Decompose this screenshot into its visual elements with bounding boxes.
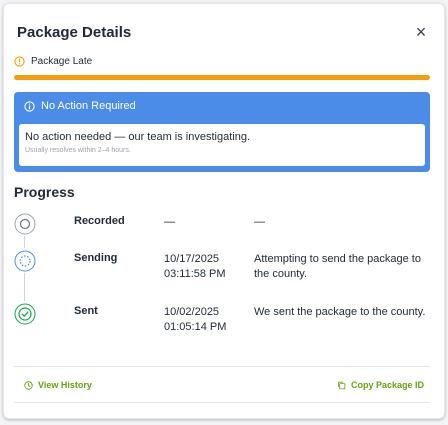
circle-icon (14, 213, 36, 235)
step-label: Sent (74, 305, 98, 317)
step-time-value: 01:05:14 PM (164, 321, 227, 333)
footer-divider-bottom (14, 402, 430, 403)
view-history-label: View History (38, 380, 92, 390)
timeline-connector (24, 236, 25, 248)
status-label: Package Late (31, 56, 93, 67)
alert-body: No action needed — our team is investiga… (19, 124, 425, 166)
alert-header: No Action Required (24, 100, 136, 112)
view-history-link[interactable]: View History (24, 380, 92, 390)
check-circle-icon (14, 303, 36, 325)
dialog-header: Package Details × (17, 20, 431, 44)
clock-warning-icon (14, 56, 25, 67)
status-bar (14, 75, 430, 80)
history-icon (24, 380, 33, 390)
close-icon[interactable]: × (411, 22, 431, 42)
step-date: 10/17/2025 03:11:58 PM (164, 252, 226, 282)
info-icon (24, 100, 35, 112)
footer-divider-top (14, 366, 430, 367)
alert-banner: No Action Required No action needed — ou… (14, 92, 430, 172)
step-date-value: 10/02/2025 (164, 306, 220, 318)
step-description: We sent the package to the county. (254, 306, 426, 318)
alert-subtext: Usually resolves within 2–4 hours. (25, 147, 131, 154)
step-date: — (164, 216, 175, 228)
step-label: Recorded (74, 215, 125, 227)
dialog-title: Package Details (17, 23, 132, 41)
copy-package-id-label: Copy Package ID (350, 380, 424, 390)
step-date: 10/02/2025 01:05:14 PM (164, 305, 226, 335)
step-description: — (254, 216, 265, 228)
dotted-circle-icon (14, 250, 36, 272)
timeline-connector (24, 273, 25, 301)
step-time-value: 03:11:58 PM (164, 268, 226, 280)
copy-package-id-link[interactable]: Copy Package ID (337, 380, 424, 390)
step-date-value: 10/17/2025 (164, 253, 220, 265)
progress-heading: Progress (14, 184, 75, 200)
step-description: Attempting to send the package to the co… (254, 253, 421, 280)
step-label: Sending (74, 252, 118, 264)
copy-icon (338, 381, 346, 389)
status-late: Package Late (14, 56, 92, 67)
alert-message: No action needed — our team is investiga… (25, 131, 251, 143)
alert-title: No Action Required (41, 100, 136, 112)
